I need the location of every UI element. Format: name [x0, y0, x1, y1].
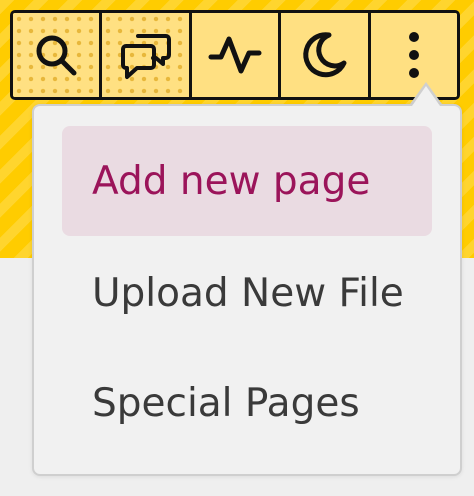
moon-icon [303, 32, 347, 78]
more-vertical-icon [408, 32, 419, 78]
chat-bubble-icon [120, 34, 171, 79]
menu-item-upload-new-file[interactable]: Upload New File [62, 238, 432, 348]
search-icon [36, 35, 77, 76]
talk-button[interactable] [102, 13, 192, 97]
search-button[interactable] [13, 13, 103, 97]
toolbar [10, 10, 460, 100]
dark-mode-button[interactable] [281, 13, 371, 97]
activity-icon [208, 36, 262, 74]
menu-caret-fill [412, 86, 440, 106]
menu-item-special-pages[interactable]: Special Pages [62, 348, 432, 458]
dropdown-menu: Add new page Upload New File Special Pag… [32, 104, 462, 476]
menu-item-add-new-page[interactable]: Add new page [62, 126, 432, 236]
recent-changes-button[interactable] [191, 13, 282, 97]
